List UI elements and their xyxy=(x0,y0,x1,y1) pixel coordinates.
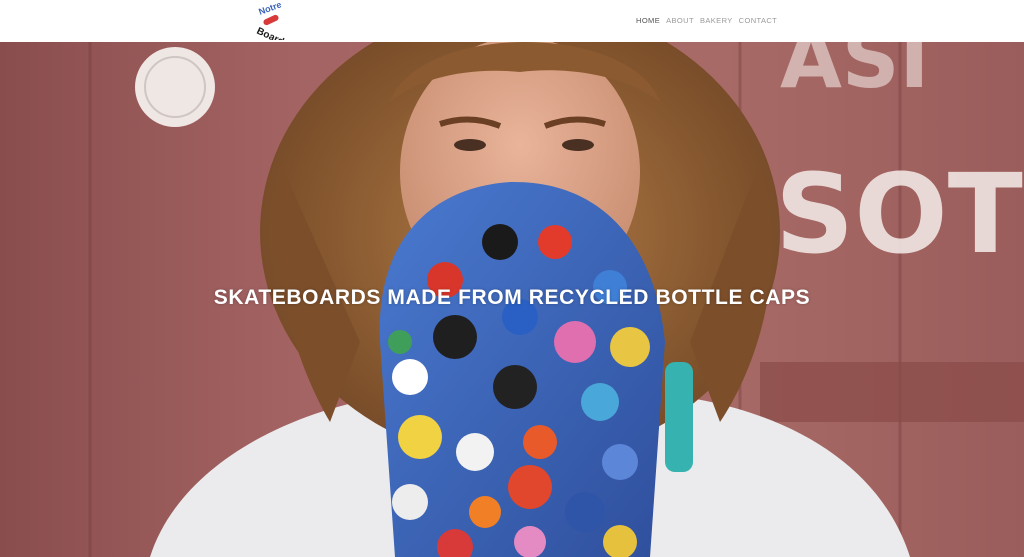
site-header: Notre Boards HOME ABOUT BAKERY CONTACT xyxy=(0,0,1024,50)
wall-stencil-text-top: ASI xyxy=(780,42,929,106)
hero-slider: SOT ASI SKATEBOARDS MADE FROM RECYCLED B… xyxy=(0,42,1024,557)
wall-stencil-text: SOT xyxy=(775,150,1023,278)
main-nav: HOME ABOUT BAKERY CONTACT xyxy=(636,15,783,27)
logo-icon: Notre Boards xyxy=(255,0,291,50)
nav-home[interactable]: HOME xyxy=(636,15,660,27)
nav-bakery[interactable]: BAKERY xyxy=(700,15,733,27)
hero-headline: SKATEBOARDS MADE FROM RECYCLED BOTTLE CA… xyxy=(213,286,811,309)
nav-about[interactable]: ABOUT xyxy=(666,15,694,27)
nav-contact[interactable]: CONTACT xyxy=(739,15,778,27)
brand-logo[interactable]: Notre Boards xyxy=(250,0,292,50)
